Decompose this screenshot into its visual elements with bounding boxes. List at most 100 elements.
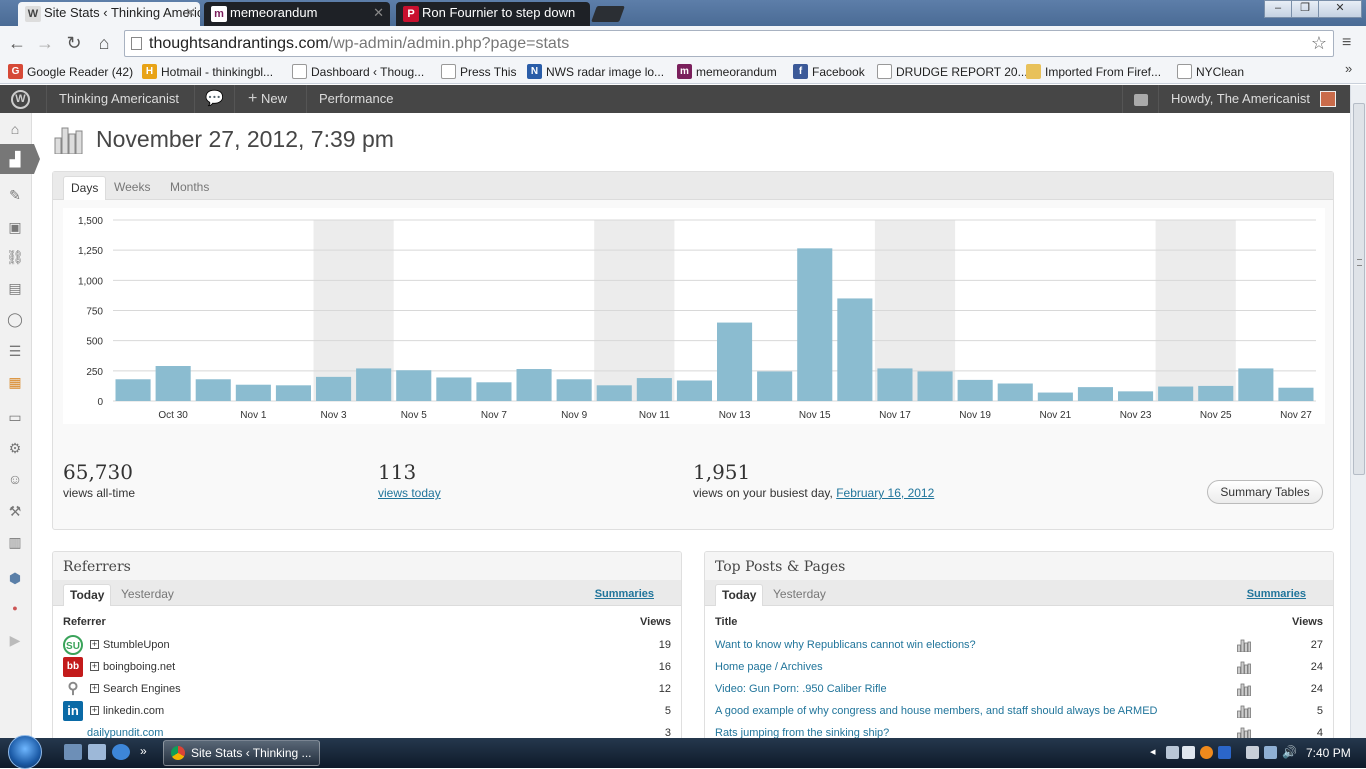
quicklaunch-overflow-icon[interactable]: » bbox=[140, 744, 158, 760]
adminbar-performance[interactable]: Performance bbox=[306, 85, 406, 113]
bookmark-press-this[interactable]: Press This bbox=[439, 62, 516, 82]
tab-yesterday[interactable]: Yesterday bbox=[767, 584, 832, 606]
post-stats-chart-icon[interactable] bbox=[1237, 705, 1251, 718]
tray-flag-icon[interactable] bbox=[1246, 746, 1259, 759]
referrer-views: 19 bbox=[658, 639, 671, 651]
back-arrow-icon[interactable]: ← bbox=[5, 31, 29, 55]
expand-plus-icon[interactable]: + bbox=[90, 662, 99, 671]
expand-plus-icon[interactable]: + bbox=[90, 684, 99, 693]
referrers-title: Referrers bbox=[63, 559, 131, 575]
tray-monitor-icon[interactable] bbox=[1182, 746, 1195, 759]
bookmark-nyclean[interactable]: NYClean bbox=[1175, 62, 1244, 82]
wp-logo-menu[interactable]: W bbox=[0, 85, 46, 113]
minimize-icon[interactable]: – bbox=[1264, 0, 1292, 18]
top-posts-summaries-link[interactable]: Summaries bbox=[1247, 588, 1306, 600]
show-desktop-icon[interactable] bbox=[64, 744, 82, 760]
bookmarks-overflow-icon[interactable]: » bbox=[1345, 61, 1352, 76]
browser-tab-site-stats[interactable]: W Site Stats ‹ Thinking Americanist ✕ bbox=[18, 2, 200, 26]
post-stats-chart-icon[interactable] bbox=[1237, 661, 1251, 674]
close-icon[interactable]: ✕ bbox=[373, 2, 384, 24]
maximize-icon[interactable]: ❐ bbox=[1291, 0, 1319, 18]
bookmark-dashboard[interactable]: Dashboard ‹ Thoug... bbox=[290, 62, 424, 82]
summary-tables-button[interactable]: Summary Tables bbox=[1207, 480, 1323, 504]
post-title-link[interactable]: A good example of why congress and house… bbox=[715, 700, 1158, 722]
tab-days[interactable]: Days bbox=[63, 176, 107, 200]
plugins-icon[interactable]: ⚙ bbox=[6, 439, 24, 457]
post-title-link[interactable]: Want to know why Republicans cannot win … bbox=[715, 634, 976, 656]
users-icon[interactable]: ☺ bbox=[6, 470, 24, 488]
window-close-icon[interactable]: ✕ bbox=[1318, 0, 1362, 18]
close-icon[interactable]: ✕ bbox=[185, 2, 196, 24]
new-tab-button[interactable] bbox=[591, 6, 625, 22]
browser-tab-politico[interactable]: P Ron Fournier to step down bbox=[396, 2, 590, 26]
browser-tab-memeorandum[interactable]: m memeorandum ✕ bbox=[204, 2, 390, 26]
avatar[interactable] bbox=[1320, 91, 1336, 107]
tab-months[interactable]: Months bbox=[163, 176, 216, 200]
explorer-icon[interactable] bbox=[88, 744, 106, 760]
tray-security-icon[interactable] bbox=[1218, 746, 1231, 759]
adminbar-site-name[interactable]: Thinking Americanist bbox=[46, 85, 194, 113]
collapse-menu-icon[interactable]: ▶ bbox=[6, 631, 24, 649]
pages-icon[interactable]: ▤ bbox=[6, 279, 24, 297]
shield-icon[interactable]: ⬢ bbox=[6, 569, 24, 587]
referrer-name[interactable]: Search Engines bbox=[103, 678, 181, 700]
tab-weeks[interactable]: Weeks bbox=[107, 176, 157, 200]
bookmark-google-reader[interactable]: G Google Reader (42) bbox=[6, 62, 133, 82]
table-row: A good example of why congress and house… bbox=[705, 700, 1333, 722]
forward-arrow-icon[interactable]: → bbox=[33, 31, 57, 55]
post-title-link[interactable]: Video: Gun Porn: .950 Caliber Rifle bbox=[715, 678, 887, 700]
taskbar-task-chrome[interactable]: Site Stats ‹ Thinking ... bbox=[163, 740, 320, 766]
referrer-name[interactable]: StumbleUpon bbox=[103, 634, 170, 656]
links-icon[interactable]: ⛓ bbox=[6, 248, 24, 266]
media-icon[interactable]: ▣ bbox=[6, 218, 24, 236]
post-title-link[interactable]: Home page / Archives bbox=[715, 656, 823, 678]
expand-plus-icon[interactable]: + bbox=[90, 706, 99, 715]
tools-icon[interactable]: ⚒ bbox=[6, 502, 24, 520]
tab-yesterday[interactable]: Yesterday bbox=[115, 584, 180, 606]
feedback-icon[interactable]: ☰ bbox=[6, 342, 24, 360]
referrer-name[interactable]: boingboing.net bbox=[103, 656, 175, 678]
bookmark-nws-radar[interactable]: N NWS radar image lo... bbox=[525, 62, 664, 82]
settings-icon[interactable]: ▥ bbox=[6, 533, 24, 551]
home-icon[interactable]: ⌂ bbox=[92, 31, 116, 55]
tray-volume-icon[interactable]: 🔊 bbox=[1282, 746, 1297, 759]
bookmark-hotmail[interactable]: H Hotmail - thinkingbl... bbox=[140, 62, 273, 82]
internet-explorer-icon[interactable] bbox=[112, 744, 130, 760]
tray-update-icon[interactable] bbox=[1200, 746, 1213, 759]
adminbar-notifications[interactable] bbox=[1122, 85, 1158, 113]
tab-today[interactable]: Today bbox=[63, 584, 112, 606]
dashboard-house-icon[interactable]: ⌂ bbox=[6, 120, 24, 138]
tab-today[interactable]: Today bbox=[715, 584, 764, 606]
tray-app-icon[interactable] bbox=[1166, 746, 1179, 759]
appearance-icon[interactable]: ▭ bbox=[6, 408, 24, 426]
bookmark-facebook[interactable]: f Facebook bbox=[791, 62, 865, 82]
taskbar-clock[interactable]: 7:40 PM bbox=[1306, 738, 1351, 768]
bookmark-imported-folder[interactable]: Imported From Firef... bbox=[1024, 62, 1161, 82]
start-button[interactable] bbox=[8, 735, 42, 769]
post-stats-chart-icon[interactable] bbox=[1237, 639, 1251, 652]
stats-chart-icon[interactable]: ▟ bbox=[6, 150, 24, 168]
expand-plus-icon[interactable]: + bbox=[90, 640, 99, 649]
bookmark-drudge[interactable]: DRUDGE REPORT 20... bbox=[875, 62, 1028, 82]
tray-expand-icon[interactable]: ◂ bbox=[1150, 746, 1163, 759]
tray-network-icon[interactable] bbox=[1264, 746, 1277, 759]
bookmark-star-icon[interactable]: ☆ bbox=[1311, 31, 1327, 56]
views-today-link[interactable]: views today bbox=[378, 486, 441, 500]
polls-icon[interactable]: ▦ bbox=[6, 373, 24, 391]
referrers-summaries-link[interactable]: Summaries bbox=[595, 588, 654, 600]
browser-menu-icon[interactable]: ≡ bbox=[1342, 34, 1351, 52]
adminbar-new[interactable]: + New bbox=[234, 85, 306, 113]
jetpack-icon[interactable]: ● bbox=[6, 599, 24, 617]
busiest-day-date-link[interactable]: February 16, 2012 bbox=[836, 486, 934, 500]
post-views: 27 bbox=[1310, 639, 1323, 651]
scrollbar-thumb[interactable] bbox=[1353, 103, 1365, 475]
adminbar-comments[interactable]: 💬 bbox=[194, 85, 234, 113]
page-scrollbar[interactable] bbox=[1350, 85, 1366, 738]
posts-pin-icon[interactable]: ✎ bbox=[6, 186, 24, 204]
reload-icon[interactable]: ↻ bbox=[62, 31, 86, 55]
address-bar[interactable]: thoughtsandrantings.com/wp-admin/admin.p… bbox=[124, 30, 1334, 57]
referrer-name[interactable]: linkedin.com bbox=[103, 700, 164, 722]
comments-icon[interactable]: ◯ bbox=[6, 310, 24, 328]
post-stats-chart-icon[interactable] bbox=[1237, 683, 1251, 696]
bookmark-memeorandum[interactable]: m memeorandum bbox=[675, 62, 777, 82]
